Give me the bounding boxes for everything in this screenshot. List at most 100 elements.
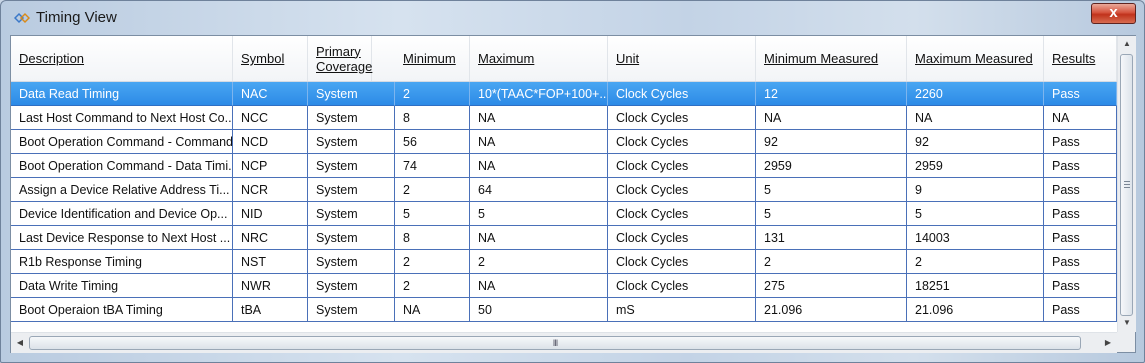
column-header-symbol[interactable]: Symbol [233, 36, 308, 81]
cell-symbol: NCC [233, 106, 308, 130]
cell-maximum: NA [470, 274, 608, 298]
cell-results: Pass [1044, 226, 1117, 250]
cell-minimum: NA [395, 298, 470, 322]
table-row[interactable]: Data Read Timing NAC System 2 10*(TAAC*FOP+1… [11, 82, 1117, 106]
close-button[interactable]: x [1091, 3, 1136, 24]
cell-maximum: NA [470, 130, 608, 154]
column-header-maximum-measured[interactable]: Maximum Measured [907, 36, 1044, 81]
table-row[interactable]: Boot Operation Command - Command... NCD Sy… [11, 130, 1117, 154]
cell-minimum-measured: 21.096 [756, 298, 907, 322]
cell-symbol: NWR [233, 274, 308, 298]
horizontal-grip: III [552, 338, 558, 348]
cell-minimum: 2 [395, 82, 470, 106]
cell-minimum-measured: 92 [756, 130, 907, 154]
vertical-scroll-thumb[interactable] [1120, 54, 1133, 316]
cell-maximum: 10*(TAAC*FOP+100+... [470, 82, 608, 106]
cell-minimum: 2 [395, 250, 470, 274]
column-header-maximum[interactable]: Maximum [470, 36, 608, 81]
cell-description: Boot Operaion tBA Timing [11, 298, 233, 322]
cell-minimum-measured: 275 [756, 274, 907, 298]
cell-unit: Clock Cycles [608, 130, 756, 154]
title-bar[interactable]: Timing View x [1, 1, 1144, 35]
table-row[interactable]: Device Identification and Device Op... NI… [11, 202, 1117, 226]
cell-maximum: 64 [470, 178, 608, 202]
column-header-minimum[interactable]: Minimum [395, 36, 470, 81]
cell-maximum: 2 [470, 250, 608, 274]
cell-symbol: NID [233, 202, 308, 226]
scroll-up-arrow-icon[interactable]: ▲ [1118, 36, 1136, 52]
cell-primary-coverage: System [308, 298, 395, 322]
grip-line [1124, 181, 1130, 182]
cell-results: NA [1044, 106, 1117, 130]
cell-description: Assign a Device Relative Address Ti... [11, 178, 233, 202]
cell-symbol: tBA [233, 298, 308, 322]
cell-results: Pass [1044, 154, 1117, 178]
cell-description: Data Write Timing [11, 274, 233, 298]
cell-minimum: 56 [395, 130, 470, 154]
cell-minimum-measured: NA [756, 106, 907, 130]
cell-primary-coverage: System [308, 130, 395, 154]
cell-maximum-measured: 9 [907, 178, 1044, 202]
scroll-left-arrow-icon[interactable]: ◀ [11, 333, 29, 353]
cell-minimum: 74 [395, 154, 470, 178]
timing-view-icon [14, 12, 30, 24]
cell-unit: Clock Cycles [608, 202, 756, 226]
cell-unit: Clock Cycles [608, 274, 756, 298]
column-header-unit[interactable]: Unit [608, 36, 756, 81]
cell-maximum-measured: 92 [907, 130, 1044, 154]
cell-primary-coverage: System [308, 226, 395, 250]
column-header-primary-coverage[interactable]: Primary Coverage [308, 36, 372, 81]
table-row[interactable]: Last Device Response to Next Host ... NRC… [11, 226, 1117, 250]
cell-maximum-measured: 2959 [907, 154, 1044, 178]
column-header-description[interactable]: Description [11, 36, 233, 81]
window-title: Timing View [36, 9, 117, 26]
table-row[interactable]: Last Host Command to Next Host Co... NCC S… [11, 106, 1117, 130]
column-header-results[interactable]: Results [1044, 36, 1117, 81]
cell-primary-coverage: System [308, 250, 395, 274]
cell-description: Device Identification and Device Op... [11, 202, 233, 226]
horizontal-scroll-thumb[interactable]: III [29, 336, 1081, 350]
horizontal-scrollbar[interactable]: ◀ III ▶ [11, 332, 1117, 353]
cell-symbol: NAC [233, 82, 308, 106]
scroll-right-arrow-icon[interactable]: ▶ [1099, 333, 1117, 353]
table-row[interactable]: R1b Response Timing NST System 2 2 Clock Cycl… [11, 250, 1117, 274]
cell-description: Data Read Timing [11, 82, 233, 106]
cell-primary-coverage: System [308, 274, 395, 298]
cell-maximum: NA [470, 106, 608, 130]
cell-minimum-measured: 131 [756, 226, 907, 250]
cell-primary-coverage: System [308, 82, 395, 106]
cell-symbol: NCP [233, 154, 308, 178]
cell-minimum-measured: 12 [756, 82, 907, 106]
cell-unit: Clock Cycles [608, 154, 756, 178]
cell-maximum-measured: NA [907, 106, 1044, 130]
timing-view-window: Timing View x Description Symbol Primary C… [0, 0, 1145, 363]
table-row[interactable]: Boot Operaion tBA Timing tBA System NA 50 mS 2… [11, 298, 1117, 322]
cell-minimum: 5 [395, 202, 470, 226]
cell-results: Pass [1044, 202, 1117, 226]
cell-primary-coverage: System [308, 154, 395, 178]
vertical-scrollbar[interactable]: ▲ ▼ [1117, 36, 1136, 332]
table-row[interactable]: Boot Operation Command - Data Timi... NCP… [11, 154, 1117, 178]
column-header-minimum-measured[interactable]: Minimum Measured [756, 36, 907, 81]
cell-results: Pass [1044, 250, 1117, 274]
cell-results: Pass [1044, 130, 1117, 154]
scroll-down-arrow-icon[interactable]: ▼ [1118, 315, 1136, 331]
cell-symbol: NRC [233, 226, 308, 250]
cell-maximum: NA [470, 154, 608, 178]
cell-unit: Clock Cycles [608, 82, 756, 106]
cell-unit: Clock Cycles [608, 178, 756, 202]
grip-line [1124, 187, 1130, 188]
cell-maximum-measured: 5 [907, 202, 1044, 226]
cell-description: Last Host Command to Next Host Co... [11, 106, 233, 130]
cell-symbol: NST [233, 250, 308, 274]
cell-description: Boot Operation Command - Command... [11, 130, 233, 154]
cell-unit: Clock Cycles [608, 106, 756, 130]
cell-results: Pass [1044, 178, 1117, 202]
grip-line [1124, 184, 1130, 185]
table-row[interactable]: Assign a Device Relative Address Ti... NC… [11, 178, 1117, 202]
cell-minimum: 8 [395, 226, 470, 250]
close-icon: x [1109, 4, 1118, 21]
cell-results: Pass [1044, 274, 1117, 298]
table-row[interactable]: Data Write Timing NWR System 2 NA Clock Cycle… [11, 274, 1117, 298]
cell-minimum-measured: 5 [756, 178, 907, 202]
